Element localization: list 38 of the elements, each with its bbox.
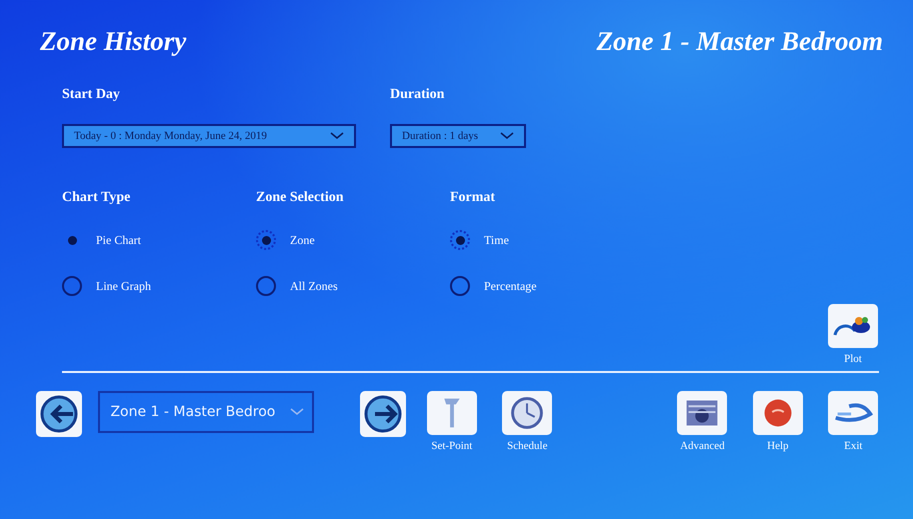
- zone-dropdown[interactable]: Zone 1 - Master Bedroo: [98, 391, 314, 433]
- plot-button[interactable]: [828, 304, 878, 348]
- radio-label: All Zones: [290, 278, 338, 294]
- radio-label: Zone: [290, 232, 315, 248]
- button-label: Help: [767, 440, 789, 452]
- arrow-right-icon: [362, 394, 403, 434]
- dropdown[interactable]: Duration : 1 days: [390, 124, 526, 148]
- chevron-down-icon: [290, 408, 304, 416]
- radio-button[interactable]: [256, 276, 276, 296]
- group-label: Zone Selection: [256, 190, 344, 206]
- schedule-button[interactable]: [502, 391, 552, 435]
- arrow-left-icon: [39, 394, 80, 434]
- button-label: Plot: [844, 353, 862, 365]
- chevron-down-icon: [330, 132, 344, 140]
- field-label: Duration: [390, 87, 446, 103]
- radio-button[interactable]: [256, 230, 276, 250]
- left-arrow-button[interactable]: [36, 391, 82, 437]
- chevron-down-icon: [500, 132, 514, 140]
- zone-title: Zone 1 - Master Bedroom: [596, 26, 883, 57]
- button-label: Exit: [844, 440, 862, 452]
- radio-label: Percentage: [484, 278, 537, 294]
- screen-title: Zone History: [40, 26, 186, 57]
- radio-label: Pie Chart: [96, 232, 141, 248]
- field-label: Start Day: [62, 87, 121, 103]
- group-label: Format: [450, 190, 496, 206]
- dropdown[interactable]: Today - 0 : Monday Monday, June 24, 2019: [62, 124, 356, 148]
- radio-button[interactable]: [450, 276, 470, 296]
- button-label: Set-Point: [431, 440, 472, 452]
- right-arrow-button[interactable]: [360, 391, 406, 437]
- group-label: Chart Type: [62, 190, 132, 206]
- button-label: Advanced: [680, 440, 725, 452]
- button-label: Schedule: [507, 440, 548, 452]
- radio-label: Line Graph: [96, 278, 151, 294]
- exit-button[interactable]: [828, 391, 878, 435]
- radio-label: Time: [484, 232, 509, 248]
- radio-button[interactable]: [62, 276, 82, 296]
- chart-icon: [833, 314, 873, 338]
- radio-button[interactable]: [450, 230, 470, 250]
